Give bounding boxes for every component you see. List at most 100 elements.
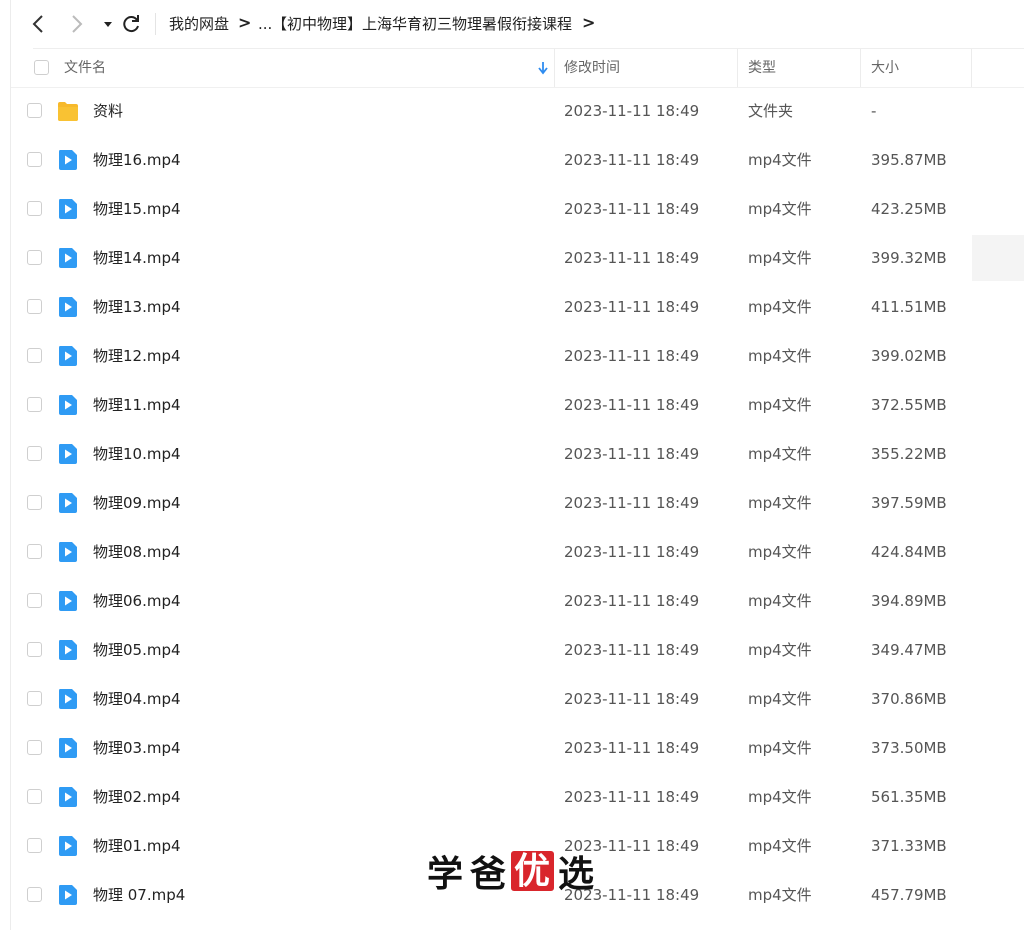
select-all-checkbox[interactable] bbox=[34, 60, 49, 75]
breadcrumb-ellipsis[interactable]: ... bbox=[258, 14, 272, 34]
scrollbar-thumb[interactable] bbox=[972, 235, 1024, 281]
breadcrumb-root[interactable]: 我的网盘 bbox=[169, 14, 229, 34]
file-row[interactable]: 物理11.mp4 2023-11-11 18:49 mp4文件 372.55MB bbox=[11, 381, 1024, 430]
file-name: 物理14.mp4 bbox=[93, 249, 181, 267]
row-checkbox[interactable] bbox=[27, 838, 42, 853]
file-type: mp4文件 bbox=[748, 788, 812, 806]
file-size: 372.55MB bbox=[871, 396, 947, 414]
file-modified-date: 2023-11-11 18:49 bbox=[564, 249, 700, 267]
file-list-header: 文件名 修改时间 类型 大小 bbox=[11, 49, 1024, 88]
row-checkbox[interactable] bbox=[27, 250, 42, 265]
file-row[interactable]: 物理06.mp4 2023-11-11 18:49 mp4文件 394.89MB bbox=[11, 577, 1024, 626]
column-divider[interactable] bbox=[737, 49, 738, 87]
file-row[interactable]: 物理16.mp4 2023-11-11 18:49 mp4文件 395.87MB bbox=[11, 136, 1024, 185]
file-row[interactable]: 物理03.mp4 2023-11-11 18:49 mp4文件 373.50MB bbox=[11, 724, 1024, 773]
row-checkbox[interactable] bbox=[27, 495, 42, 510]
refresh-button[interactable] bbox=[119, 12, 143, 36]
chevron-right-icon bbox=[72, 15, 83, 33]
row-checkbox[interactable] bbox=[27, 446, 42, 461]
video-file-icon bbox=[57, 443, 79, 465]
row-checkbox[interactable] bbox=[27, 642, 42, 657]
file-size: 399.02MB bbox=[871, 347, 947, 365]
file-row[interactable]: 资料 2023-11-11 18:49 文件夹 - bbox=[11, 87, 1024, 136]
row-checkbox[interactable] bbox=[27, 691, 42, 706]
file-row[interactable]: 物理02.mp4 2023-11-11 18:49 mp4文件 561.35MB bbox=[11, 773, 1024, 822]
row-checkbox[interactable] bbox=[27, 201, 42, 216]
file-name: 物理06.mp4 bbox=[93, 592, 181, 610]
row-checkbox[interactable] bbox=[27, 544, 42, 559]
folder-icon bbox=[57, 100, 79, 122]
forward-button[interactable] bbox=[64, 12, 88, 36]
file-row[interactable]: 物理09.mp4 2023-11-11 18:49 mp4文件 397.59MB bbox=[11, 479, 1024, 528]
watermark-char: 选 bbox=[557, 853, 595, 895]
file-size: 371.33MB bbox=[871, 837, 947, 855]
video-file-icon bbox=[57, 884, 79, 906]
breadcrumb-current-folder[interactable]: 【初中物理】上海华育初三物理暑假衔接课程 bbox=[272, 14, 572, 34]
row-checkbox[interactable] bbox=[27, 397, 42, 412]
toolbar: 我的网盘 > ... 【初中物理】上海华育初三物理暑假衔接课程 > bbox=[0, 0, 1024, 48]
row-checkbox[interactable] bbox=[27, 887, 42, 902]
column-divider[interactable] bbox=[554, 49, 555, 87]
file-name: 物理01.mp4 bbox=[93, 837, 181, 855]
file-type: 文件夹 bbox=[748, 102, 794, 120]
file-row[interactable]: 物理12.mp4 2023-11-11 18:49 mp4文件 399.02MB bbox=[11, 332, 1024, 381]
file-size: 349.47MB bbox=[871, 641, 947, 659]
file-size: 395.87MB bbox=[871, 151, 947, 169]
column-header-name[interactable]: 文件名 bbox=[64, 49, 106, 87]
row-checkbox[interactable] bbox=[27, 593, 42, 608]
file-type: mp4文件 bbox=[748, 494, 812, 512]
file-size: 399.32MB bbox=[871, 249, 947, 267]
column-header-modified[interactable]: 修改时间 bbox=[564, 49, 620, 87]
file-row[interactable]: 物理14.mp4 2023-11-11 18:49 mp4文件 399.32MB bbox=[11, 234, 1024, 283]
file-modified-date: 2023-11-11 18:49 bbox=[564, 543, 700, 561]
row-checkbox[interactable] bbox=[27, 103, 42, 118]
breadcrumb-separator: > bbox=[238, 13, 252, 32]
file-row[interactable]: 物理05.mp4 2023-11-11 18:49 mp4文件 349.47MB bbox=[11, 626, 1024, 675]
file-type: mp4文件 bbox=[748, 151, 812, 169]
video-file-icon bbox=[57, 786, 79, 808]
file-size: 373.50MB bbox=[871, 739, 947, 757]
file-size: 370.86MB bbox=[871, 690, 947, 708]
row-checkbox[interactable] bbox=[27, 152, 42, 167]
column-header-size[interactable]: 大小 bbox=[871, 49, 899, 87]
file-row[interactable]: 物理15.mp4 2023-11-11 18:49 mp4文件 423.25MB bbox=[11, 185, 1024, 234]
file-modified-date: 2023-11-11 18:49 bbox=[564, 445, 700, 463]
back-button[interactable] bbox=[27, 12, 51, 36]
column-header-type[interactable]: 类型 bbox=[748, 49, 776, 87]
file-type: mp4文件 bbox=[748, 347, 812, 365]
file-modified-date: 2023-11-11 18:49 bbox=[564, 102, 700, 120]
file-size: 394.89MB bbox=[871, 592, 947, 610]
file-row[interactable]: 物理10.mp4 2023-11-11 18:49 mp4文件 355.22MB bbox=[11, 430, 1024, 479]
video-file-icon bbox=[57, 345, 79, 367]
file-name: 物理04.mp4 bbox=[93, 690, 181, 708]
file-type: mp4文件 bbox=[748, 445, 812, 463]
file-row[interactable]: 物理04.mp4 2023-11-11 18:49 mp4文件 370.86MB bbox=[11, 675, 1024, 724]
video-file-icon bbox=[57, 541, 79, 563]
history-dropdown-button[interactable] bbox=[96, 12, 114, 36]
file-modified-date: 2023-11-11 18:49 bbox=[564, 151, 700, 169]
file-size: 561.35MB bbox=[871, 788, 947, 806]
file-row[interactable]: 物理13.mp4 2023-11-11 18:49 mp4文件 411.51MB bbox=[11, 283, 1024, 332]
file-modified-date: 2023-11-11 18:49 bbox=[564, 739, 700, 757]
file-row[interactable]: 物理08.mp4 2023-11-11 18:49 mp4文件 424.84MB bbox=[11, 528, 1024, 577]
column-divider[interactable] bbox=[971, 49, 972, 87]
video-file-icon bbox=[57, 492, 79, 514]
file-name: 物理09.mp4 bbox=[93, 494, 181, 512]
file-modified-date: 2023-11-11 18:49 bbox=[564, 788, 700, 806]
file-type: mp4文件 bbox=[748, 641, 812, 659]
file-type: mp4文件 bbox=[748, 837, 812, 855]
row-checkbox[interactable] bbox=[27, 789, 42, 804]
row-checkbox[interactable] bbox=[27, 299, 42, 314]
column-divider[interactable] bbox=[860, 49, 861, 87]
video-file-icon bbox=[57, 835, 79, 857]
sort-down-arrow-icon[interactable] bbox=[537, 61, 549, 75]
caret-down-icon bbox=[104, 22, 112, 27]
row-checkbox[interactable] bbox=[27, 740, 42, 755]
file-type: mp4文件 bbox=[748, 200, 812, 218]
file-name: 物理08.mp4 bbox=[93, 543, 181, 561]
file-size: 397.59MB bbox=[871, 494, 947, 512]
file-name: 物理05.mp4 bbox=[93, 641, 181, 659]
row-checkbox[interactable] bbox=[27, 348, 42, 363]
file-size: 424.84MB bbox=[871, 543, 947, 561]
file-size: 457.79MB bbox=[871, 886, 947, 904]
